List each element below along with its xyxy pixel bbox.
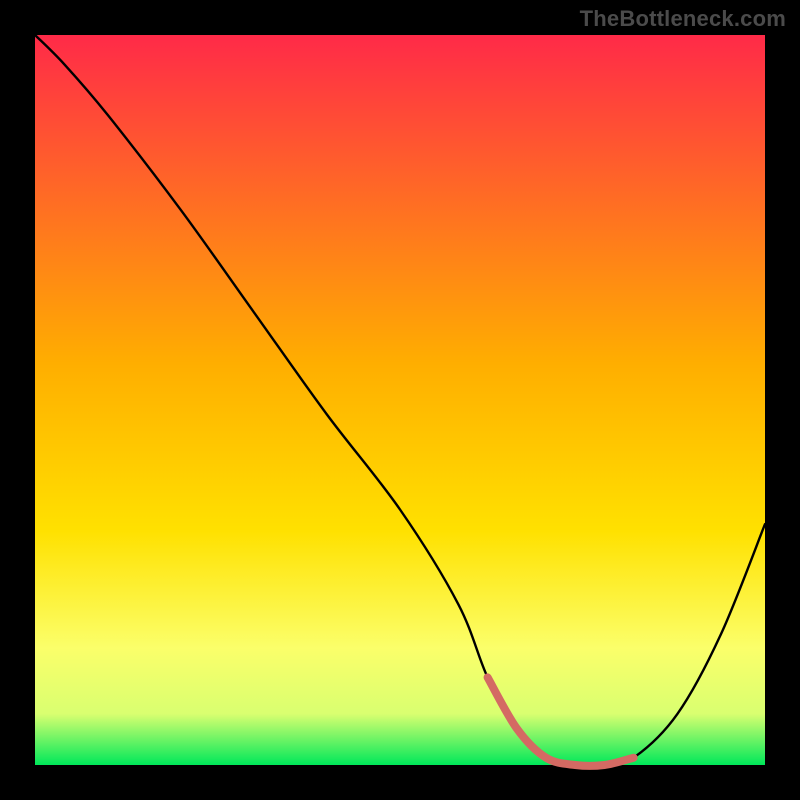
bottleneck-plot [0, 0, 800, 800]
watermark-text: TheBottleneck.com [580, 6, 786, 32]
chart-frame: TheBottleneck.com [0, 0, 800, 800]
plot-background [35, 35, 765, 765]
